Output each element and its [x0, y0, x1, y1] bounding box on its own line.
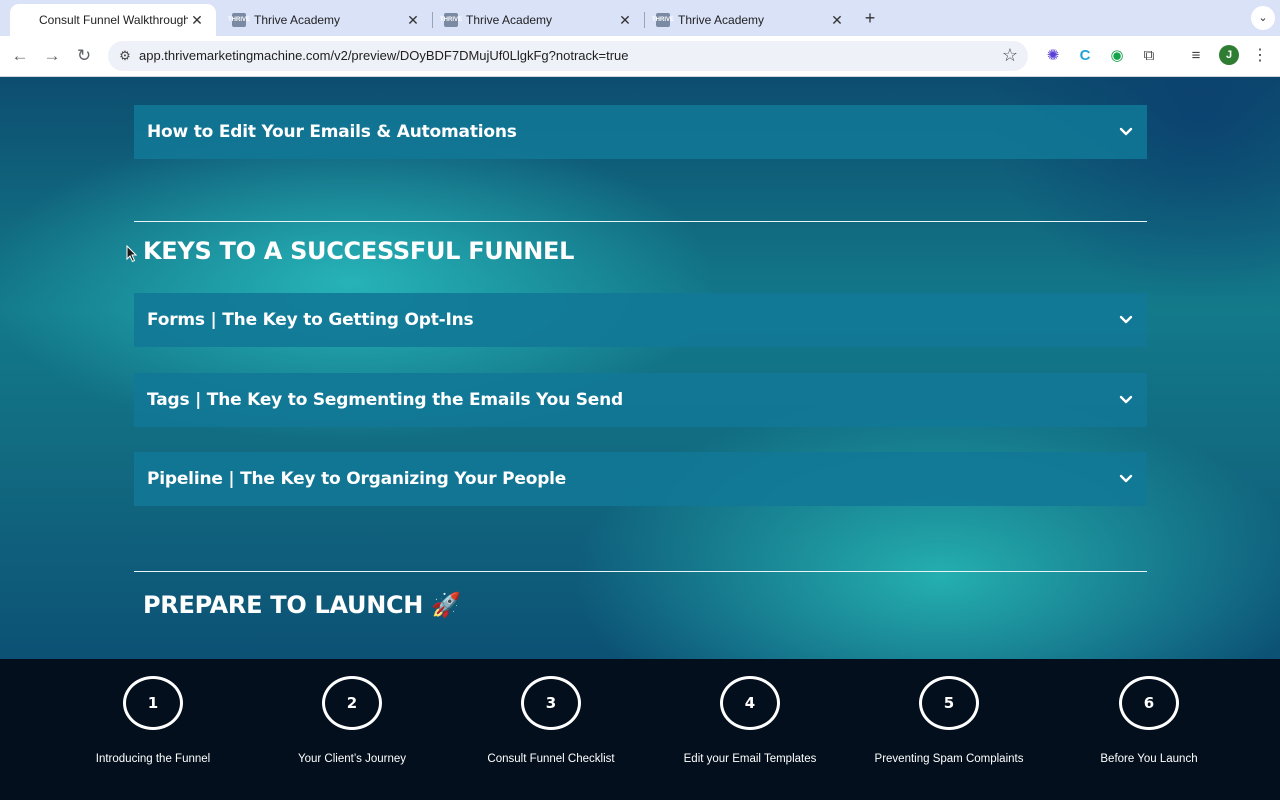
- course-page: How to Edit Your Emails & Automations KE…: [0, 77, 1280, 659]
- thrive-favicon-icon: THRIVE: [652, 13, 674, 27]
- section-title-launch: PREPARE TO LAUNCH 🚀: [143, 591, 461, 619]
- tab-close-icon[interactable]: ✕: [828, 11, 846, 29]
- step-6[interactable]: 6 Before You Launch: [1049, 676, 1249, 765]
- back-arrow-icon[interactable]: ←: [9, 45, 31, 67]
- step-2[interactable]: 2 Your Client’s Journey: [252, 676, 452, 765]
- tab-title: Thrive Academy: [254, 13, 341, 27]
- tab-thrive-academy-1[interactable]: THRIVE Thrive Academy ✕: [220, 4, 432, 36]
- browser-tab-strip: Consult Funnel Walkthrough ( ✕ THRIVE Th…: [0, 0, 1280, 36]
- accordion-label: Pipeline | The Key to Organizing Your Pe…: [147, 469, 567, 489]
- extension-c-icon[interactable]: C: [1075, 46, 1095, 66]
- step-1[interactable]: 1 Introducing the Funnel: [53, 676, 253, 765]
- section-divider: [134, 571, 1147, 572]
- step-number-circle: 2: [322, 676, 382, 730]
- accordion-edit-emails[interactable]: How to Edit Your Emails & Automations: [134, 105, 1147, 159]
- tab-close-icon[interactable]: ✕: [188, 11, 206, 29]
- step-caption: Introducing the Funnel: [95, 753, 211, 765]
- step-3[interactable]: 3 Consult Funnel Checklist: [451, 676, 651, 765]
- address-bar[interactable]: ⚙ app.thrivemarketingmachine.com/v2/prev…: [108, 41, 1028, 71]
- forward-arrow-icon[interactable]: →: [41, 45, 63, 67]
- tab-consult-funnel-walkthrough[interactable]: Consult Funnel Walkthrough ( ✕: [10, 4, 216, 36]
- step-number-circle: 3: [521, 676, 581, 730]
- section-divider: [134, 221, 1147, 222]
- section-title-keys: KEYS TO A SUCCESSFUL FUNNEL: [143, 237, 575, 265]
- tab-close-icon[interactable]: ✕: [404, 11, 422, 29]
- thrive-favicon-icon: THRIVE: [440, 13, 462, 27]
- step-caption: Edit your Email Templates: [683, 753, 817, 765]
- step-4[interactable]: 4 Edit your Email Templates: [650, 676, 850, 765]
- accordion-pipeline[interactable]: Pipeline | The Key to Organizing Your Pe…: [134, 452, 1147, 506]
- chevron-down-icon: [1119, 315, 1133, 324]
- tab-title: Consult Funnel Walkthrough (: [39, 13, 188, 27]
- accordion-forms[interactable]: Forms | The Key to Getting Opt-Ins: [134, 293, 1147, 347]
- profile-avatar[interactable]: J: [1219, 45, 1239, 65]
- chevron-down-icon: [1119, 474, 1133, 483]
- step-caption: Before You Launch: [1100, 753, 1198, 765]
- step-5[interactable]: 5 Preventing Spam Complaints: [849, 676, 1049, 765]
- chevron-down-icon: [1119, 127, 1133, 136]
- tab-thrive-academy-3[interactable]: THRIVE Thrive Academy ✕: [644, 4, 856, 36]
- browser-toolbar: ← → ↻ ⚙ app.thrivemarketingmachine.com/v…: [0, 36, 1280, 77]
- step-navigation: 1 Introducing the Funnel 2 Your Client’s…: [0, 659, 1280, 800]
- kebab-menu-icon[interactable]: ⋮: [1252, 45, 1268, 67]
- mouse-cursor-icon: [126, 245, 138, 263]
- extension-sparkle-icon[interactable]: ✺: [1043, 46, 1063, 66]
- site-settings-icon[interactable]: ⚙: [116, 47, 134, 65]
- tab-thrive-academy-2[interactable]: THRIVE Thrive Academy ✕: [432, 4, 644, 36]
- tab-close-icon[interactable]: ✕: [616, 11, 634, 29]
- step-caption: Preventing Spam Complaints: [874, 753, 1024, 765]
- step-caption: Your Client’s Journey: [297, 753, 407, 765]
- accordion-tags[interactable]: Tags | The Key to Segmenting the Emails …: [134, 373, 1147, 427]
- step-number-circle: 5: [919, 676, 979, 730]
- tab-search-chevron-icon[interactable]: ⌄: [1251, 6, 1275, 30]
- step-caption: Consult Funnel Checklist: [487, 753, 615, 765]
- tab-title: Thrive Academy: [466, 13, 553, 27]
- puzzle-icon[interactable]: ⧉: [1139, 46, 1159, 66]
- media-controls-icon[interactable]: ≡: [1186, 46, 1206, 66]
- bookmark-star-icon[interactable]: ☆: [1002, 45, 1018, 66]
- accordion-label: Tags | The Key to Segmenting the Emails …: [147, 390, 623, 410]
- chevron-down-icon: [1119, 395, 1133, 404]
- thrive-favicon-icon: THRIVE: [228, 13, 250, 27]
- step-number-circle: 4: [720, 676, 780, 730]
- step-number-circle: 6: [1119, 676, 1179, 730]
- url-text[interactable]: app.thrivemarketingmachine.com/v2/previe…: [139, 48, 629, 63]
- accordion-label: Forms | The Key to Getting Opt-Ins: [147, 310, 474, 330]
- grammarly-icon[interactable]: ◉: [1107, 46, 1127, 66]
- new-tab-button[interactable]: +: [860, 8, 880, 28]
- reload-icon[interactable]: ↻: [73, 45, 95, 67]
- tab-title: Thrive Academy: [678, 13, 765, 27]
- step-number-circle: 1: [123, 676, 183, 730]
- accordion-label: How to Edit Your Emails & Automations: [147, 122, 517, 142]
